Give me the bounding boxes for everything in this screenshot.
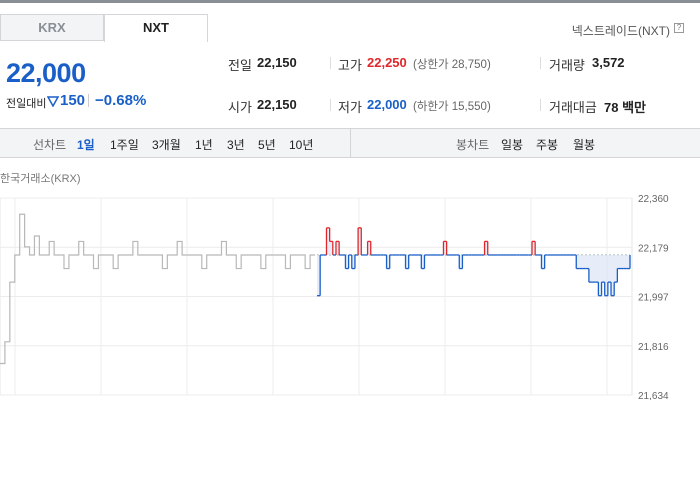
- candle-daily-button[interactable]: 일봉: [501, 136, 523, 153]
- open-value: 22,150: [257, 97, 297, 112]
- candle-monthly-button[interactable]: 월봉: [573, 136, 595, 153]
- current-price: 22,000: [6, 58, 86, 88]
- period-5y-button[interactable]: 5년: [258, 136, 276, 153]
- y-tick-label: 21,634: [638, 391, 669, 400]
- volume-label: 거래량: [549, 58, 585, 73]
- low-value: 22,000: [367, 97, 407, 112]
- stat-divider: [540, 99, 541, 111]
- low-label: 저가: [338, 100, 362, 115]
- down-arrow-icon: [47, 96, 59, 107]
- amount-value: 78 백만: [604, 100, 646, 115]
- period-3y-button[interactable]: 3년: [227, 136, 245, 153]
- prev-close-value: 22,150: [257, 55, 297, 70]
- toolbar-divider: [350, 128, 351, 158]
- y-tick-label: 22,179: [638, 243, 669, 254]
- price-chart: 22,360 22,179 21,997 21,816 21,634: [0, 194, 669, 400]
- y-tick-label: 21,816: [638, 342, 669, 353]
- period-1d-button[interactable]: 1일: [77, 136, 95, 153]
- period-3m-button[interactable]: 3개월: [152, 136, 181, 153]
- tab-krx[interactable]: KRX: [0, 14, 104, 41]
- chart-source-label: 한국거래소(KRX): [0, 173, 81, 185]
- change-label: 전일대비: [6, 98, 47, 110]
- line-chart-label: 선차트: [33, 138, 67, 152]
- amount-label: 거래대금: [549, 100, 597, 115]
- nxt-fill-area: [317, 227, 630, 296]
- y-tick-label: 22,360: [638, 194, 669, 205]
- candle-chart-label: 봉차트: [456, 138, 490, 152]
- high-value: 22,250: [367, 55, 407, 70]
- change-rate: −0.68%: [95, 92, 147, 109]
- stat-divider: [330, 99, 331, 111]
- lower-limit: (하한가 15,550): [413, 101, 491, 113]
- exchange-label: 넥스트레이드(NXT): [571, 24, 670, 38]
- y-tick-label: 21,997: [638, 293, 669, 304]
- upper-limit: (상한가 28,750): [413, 59, 491, 71]
- period-1w-button[interactable]: 1주일: [110, 136, 139, 153]
- top-border: [0, 0, 700, 3]
- krx-price-line: [0, 213, 315, 365]
- help-icon[interactable]: ?: [674, 23, 684, 33]
- change-value: 150: [60, 92, 86, 109]
- period-1y-button[interactable]: 1년: [195, 136, 213, 153]
- stat-divider: [330, 57, 331, 69]
- high-label: 고가: [338, 58, 362, 73]
- volume-value: 3,572: [592, 55, 625, 70]
- period-10y-button[interactable]: 10년: [289, 136, 313, 153]
- change-separator: [88, 94, 89, 107]
- tab-nxt[interactable]: NXT: [104, 14, 208, 42]
- open-label: 시가: [228, 100, 252, 115]
- stat-divider: [540, 57, 541, 69]
- prev-close-label: 전일: [228, 58, 252, 73]
- candle-weekly-button[interactable]: 주봉: [536, 136, 558, 153]
